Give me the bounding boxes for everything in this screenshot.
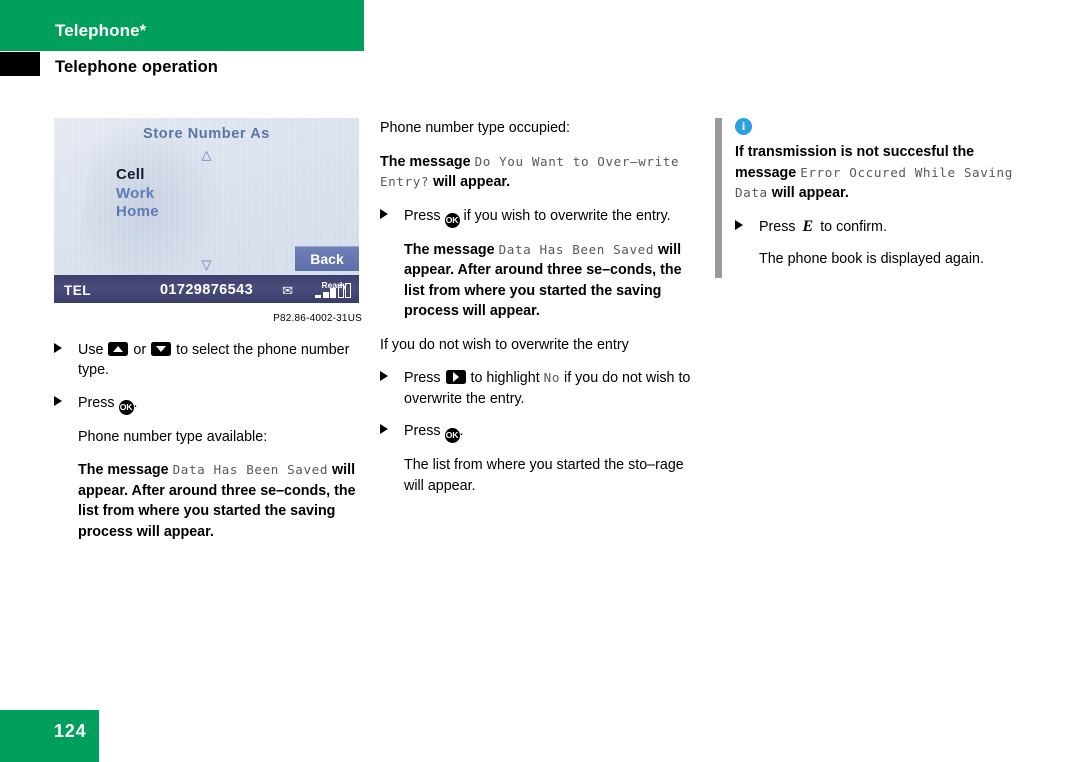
back-button[interactable]: Back xyxy=(295,246,359,271)
step-text-post: to confirm. xyxy=(820,218,887,235)
message-post: will appear. xyxy=(433,174,511,190)
step-text-post: if you wish to overwrite the entry. xyxy=(463,207,671,224)
section-title: Telephone operation xyxy=(55,58,218,76)
overwrite-question-message: The message Do You Want to Over–write En… xyxy=(380,152,695,193)
page-number: 124 xyxy=(54,721,87,741)
scroll-up-triangle-icon: △ xyxy=(201,147,212,162)
list-item[interactable]: Cell xyxy=(116,166,159,185)
device-screen-title: Store Number As xyxy=(143,126,270,142)
step-text-pre: Press xyxy=(759,218,796,235)
right-arrow-key-icon xyxy=(445,370,466,384)
e-key-icon: E xyxy=(802,217,814,235)
step-bullet-icon xyxy=(54,342,62,353)
list-item[interactable]: Home xyxy=(116,203,159,222)
device-status-bar: TEL 01729876543 ✉ Ready xyxy=(54,275,359,303)
step-bullet-icon xyxy=(380,371,388,381)
message-mono: Data Has Been Saved xyxy=(498,241,655,257)
message-pre: The message xyxy=(380,153,471,170)
info-icon: i xyxy=(735,118,752,135)
step-text-pre: Press xyxy=(404,207,441,224)
step-bullet-icon xyxy=(735,219,743,230)
note-body: If transmission is not succesful the mes… xyxy=(735,118,1035,270)
right-column: i If transmission is not succesful the m… xyxy=(715,118,1035,283)
message-pre: The message xyxy=(78,462,169,478)
no-overwrite-label: If you do not wish to overwrite the entr… xyxy=(380,336,629,353)
storage-result-text: The list from where you started the sto–… xyxy=(404,457,684,494)
up-arrow-key-icon xyxy=(108,341,129,356)
page-title: Telephone* xyxy=(55,21,147,40)
signal-strength-icon xyxy=(315,283,351,298)
step-bullet-icon xyxy=(54,395,62,406)
phone-type-available-label: Phone number type available: xyxy=(78,428,268,445)
step-text-pre: Press xyxy=(404,423,441,439)
device-option-list: Cell Work Home xyxy=(116,166,159,222)
step-bullet-icon xyxy=(380,424,388,434)
envelope-icon: ✉ xyxy=(282,283,293,298)
left-column: Store Number As △ Cell Work Home ▽ Back … xyxy=(54,118,364,555)
step-select-type: Use or to select the phone number type. xyxy=(54,340,364,381)
step-text-post: . xyxy=(459,423,464,439)
message-post: will appear. xyxy=(771,185,849,201)
status-phone-number: 01729876543 xyxy=(159,282,254,298)
message-mono: No xyxy=(543,370,561,385)
step-text-mid: or xyxy=(133,341,147,358)
step-highlight-no: Press to highlight No if you do not wish… xyxy=(380,368,695,409)
phone-type-occupied-label: Phone number type occupied: xyxy=(380,120,570,136)
down-arrow-key-icon xyxy=(151,341,172,356)
step-text-pre: Press xyxy=(78,394,115,411)
ok-key-icon: OK xyxy=(444,212,460,228)
figure-caption: P82.86-4002-31US xyxy=(273,313,362,324)
step-text-pre: Use xyxy=(78,341,104,358)
list-item[interactable]: Work xyxy=(116,185,159,204)
step-press-ok: Press OK. xyxy=(54,393,364,415)
error-message-text: If transmission is not succesful the mes… xyxy=(735,142,1035,204)
phonebook-result-text: The phone book is displayed again. xyxy=(759,251,984,267)
info-note: i If transmission is not succesful the m… xyxy=(715,118,1035,278)
device-screenshot: Store Number As △ Cell Work Home ▽ Back … xyxy=(54,118,359,303)
step-bullet-icon xyxy=(380,208,388,219)
step-text-mid: to highlight xyxy=(470,370,540,386)
data-saved-message-left: The message Data Has Been Saved will app… xyxy=(78,460,364,542)
step-text-pre: Press xyxy=(404,370,441,386)
data-saved-message-mid: The message Data Has Been Saved will app… xyxy=(404,240,695,322)
note-side-bar xyxy=(715,118,722,278)
middle-column: Phone number type occupied: The message … xyxy=(380,118,695,509)
step-press-ok-overwrite: Press OK if you wish to overwrite the en… xyxy=(380,206,695,228)
step-press-e-confirm: Press E to confirm. xyxy=(735,217,1035,238)
step-text-post: . xyxy=(133,394,138,411)
ok-key-icon: OK xyxy=(444,428,460,443)
message-pre: The message xyxy=(404,241,495,258)
section-tab-marker xyxy=(0,52,40,76)
message-mono: Data Has Been Saved xyxy=(172,462,329,477)
ok-key-icon: OK xyxy=(118,399,134,415)
step-press-ok-confirm-no: Press OK. xyxy=(380,421,695,443)
